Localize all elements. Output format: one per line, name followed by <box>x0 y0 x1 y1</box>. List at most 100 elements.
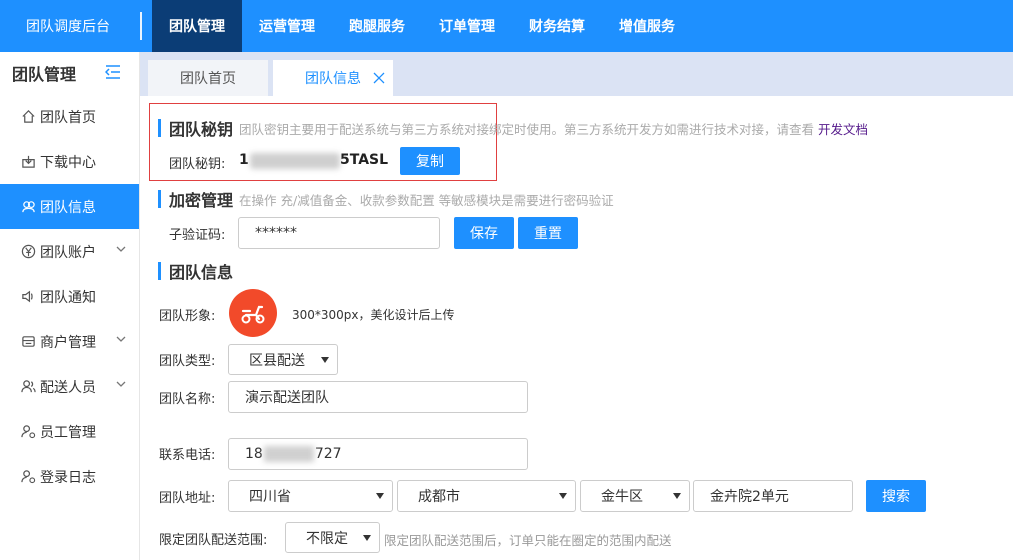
section-description: 团队密钥主要用于配送系统与第三方系统对接绑定时使用。第三方系统开发方如需进行技术… <box>239 121 815 137</box>
sidebar-title: 团队管理 <box>12 65 77 84</box>
sidebar-item-label: 团队信息 <box>40 199 96 216</box>
brand-divider <box>140 12 142 40</box>
topnav-finance[interactable]: 财务结算 <box>512 0 602 52</box>
city-select[interactable]: 成都市 <box>397 480 576 512</box>
section-team-info: 团队信息 <box>158 259 233 283</box>
copy-button[interactable]: 复制 <box>400 147 460 175</box>
tab-team-info[interactable]: 团队信息 <box>273 60 393 96</box>
team-name-label: 团队名称: <box>159 392 216 407</box>
brand-title: 团队调度后台 <box>26 19 110 35</box>
section-encryption: 加密管理 在操作 充/减值备金、收款参数配置 等敏感模块是需要进行密码验证 <box>158 187 614 211</box>
sidebar-item-team-account[interactable]: 团队账户 <box>0 229 139 274</box>
caret-down-icon <box>559 493 567 499</box>
tab-team-home[interactable]: 团队首页 <box>148 60 268 96</box>
save-button[interactable]: 保存 <box>454 217 514 249</box>
sidebar-item-label: 商户管理 <box>40 334 96 351</box>
collapse-menu-icon[interactable] <box>104 64 121 83</box>
top-nav: 团队管理 运营管理 跑腿服务 订单管理 财务结算 增值服务 <box>152 0 692 52</box>
team-type-label: 团队类型: <box>159 354 216 369</box>
download-icon <box>20 154 36 170</box>
phone-label: 联系电话: <box>159 448 216 463</box>
sidebar: 团队管理 团队首页 下载中心 团队信息 团队账户 团队通知 商户管理 配送人员 … <box>0 52 140 560</box>
section-marker <box>158 262 161 280</box>
sidebar-item-label: 团队首页 <box>40 109 96 126</box>
topnav-operations[interactable]: 运营管理 <box>242 0 332 52</box>
topnav-value-added[interactable]: 增值服务 <box>602 0 692 52</box>
range-hint: 限定团队配送范围后，订单只能在圈定的范围内配送 <box>384 533 672 548</box>
verify-code-label: 子验证码: <box>169 228 226 243</box>
users-icon <box>20 379 36 395</box>
caret-down-icon <box>363 534 371 541</box>
reset-button[interactable]: 重置 <box>518 217 578 249</box>
search-button[interactable]: 搜索 <box>866 480 926 512</box>
sidebar-item-team-info[interactable]: 团队信息 <box>0 184 139 229</box>
team-type-select[interactable]: 区县配送 <box>228 344 338 375</box>
secret-redacted <box>250 153 340 169</box>
phone-input[interactable]: 18 727 <box>228 438 528 470</box>
secret-value-prefix: 1 <box>239 152 249 168</box>
select-value: 四川省 <box>249 489 291 505</box>
dev-docs-link[interactable]: 开发文档 <box>818 119 868 138</box>
sidebar-item-label: 配送人员 <box>40 379 96 396</box>
team-name-input[interactable]: 演示配送团队 <box>228 381 528 413</box>
secret-value-suffix: 5TASL <box>340 152 389 168</box>
caret-down-icon <box>673 493 681 499</box>
scooter-icon <box>241 305 265 324</box>
section-marker <box>158 190 161 208</box>
sidebar-item-label: 团队账户 <box>40 244 96 261</box>
verify-code-input[interactable]: ****** <box>238 217 440 249</box>
address-label: 团队地址: <box>159 491 216 506</box>
select-value: 区县配送 <box>249 352 305 369</box>
sidebar-item-staff[interactable]: 员工管理 <box>0 409 139 454</box>
topnav-team-management[interactable]: 团队管理 <box>152 0 242 52</box>
section-marker <box>158 119 161 137</box>
section-team-secret: 团队秘钥 团队密钥主要用于配送系统与第三方系统对接绑定时使用。第三方系统开发方如… <box>158 116 868 140</box>
caret-down-icon <box>376 493 384 499</box>
section-title: 加密管理 <box>169 191 234 210</box>
section-description: 在操作 充/减值备金、收款参数配置 等敏感模块是需要进行密码验证 <box>239 192 614 208</box>
phone-prefix: 18 <box>245 446 263 462</box>
staff-icon <box>20 424 36 440</box>
sidebar-item-merchant[interactable]: 商户管理 <box>0 319 139 364</box>
chevron-down-icon <box>116 246 126 252</box>
province-select[interactable]: 四川省 <box>228 480 393 512</box>
district-select[interactable]: 金牛区 <box>580 480 690 512</box>
chevron-down-icon <box>116 336 126 342</box>
section-title: 团队秘钥 <box>169 120 234 139</box>
select-value: 不限定 <box>306 530 348 547</box>
sidebar-item-label: 登录日志 <box>40 469 96 486</box>
street-input[interactable]: 金卉院2单元 <box>693 480 853 512</box>
sidebar-item-team-home[interactable]: 团队首页 <box>0 94 139 139</box>
sidebar-item-couriers[interactable]: 配送人员 <box>0 364 139 409</box>
section-title: 团队信息 <box>169 263 234 282</box>
home-icon <box>20 109 36 125</box>
speaker-icon <box>20 289 36 305</box>
team-image-hint: 300*300px，美化设计后上传 <box>292 308 455 322</box>
close-icon[interactable] <box>373 72 385 84</box>
sidebar-item-label: 团队通知 <box>40 289 96 306</box>
merchant-icon <box>20 334 36 350</box>
sidebar-header: 团队管理 <box>0 52 139 94</box>
phone-suffix: 727 <box>314 446 342 462</box>
phone-redacted <box>263 446 314 462</box>
yen-icon <box>20 244 36 260</box>
sidebar-item-download-center[interactable]: 下载中心 <box>0 139 139 184</box>
top-bar: 团队调度后台 团队管理 运营管理 跑腿服务 订单管理 财务结算 增值服务 <box>0 0 1013 52</box>
sidebar-item-label: 下载中心 <box>40 154 96 171</box>
sidebar-item-label: 员工管理 <box>40 424 96 441</box>
topnav-errand-service[interactable]: 跑腿服务 <box>332 0 422 52</box>
range-label: 限定团队配送范围: <box>159 533 268 548</box>
team-image-label: 团队形象: <box>159 309 216 324</box>
sidebar-item-login-log[interactable]: 登录日志 <box>0 454 139 499</box>
team-info-icon <box>20 199 36 215</box>
range-select[interactable]: 不限定 <box>285 522 380 553</box>
secret-label: 团队秘钥: <box>169 157 226 172</box>
log-icon <box>20 469 36 485</box>
topnav-orders[interactable]: 订单管理 <box>422 0 512 52</box>
tab-label: 团队信息 <box>305 71 361 87</box>
select-value: 成都市 <box>418 489 460 505</box>
caret-down-icon <box>321 356 329 363</box>
team-avatar[interactable] <box>229 289 277 337</box>
main-content: 团队秘钥 团队密钥主要用于配送系统与第三方系统对接绑定时使用。第三方系统开发方如… <box>140 96 1013 560</box>
sidebar-item-team-notice[interactable]: 团队通知 <box>0 274 139 319</box>
